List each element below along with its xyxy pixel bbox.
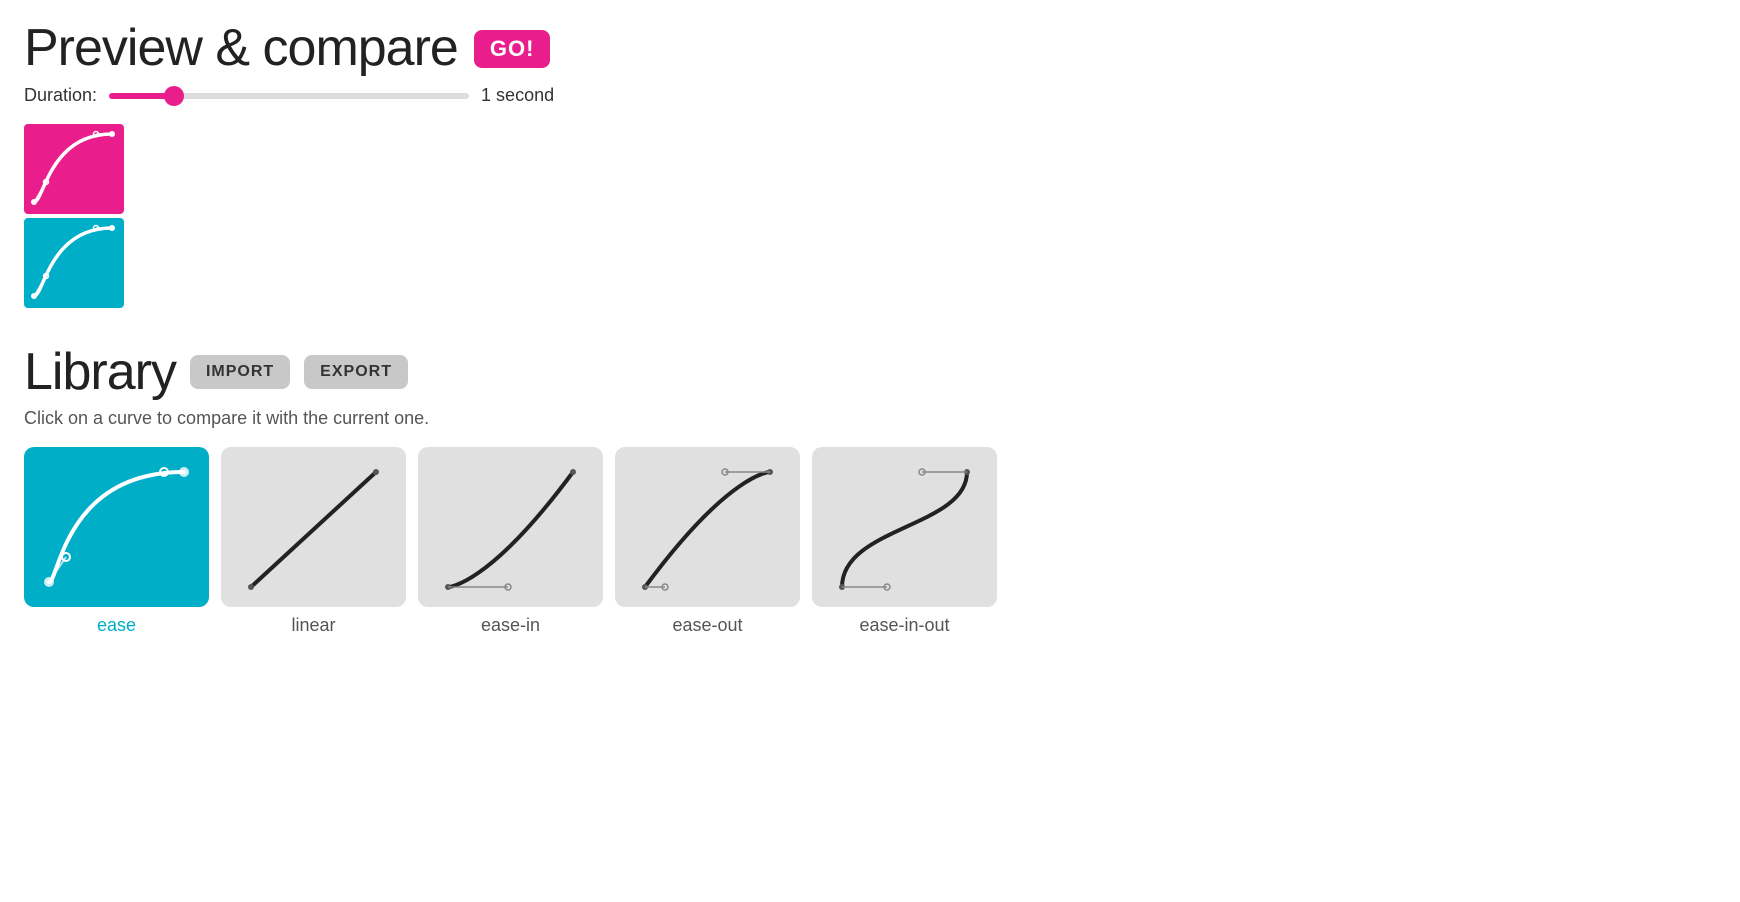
curve-thumb-ease-in-out xyxy=(812,447,997,607)
duration-value: 1 second xyxy=(481,85,554,106)
duration-label: Duration: xyxy=(24,85,97,106)
preview-thumb-pink xyxy=(24,124,124,214)
page-title: Preview & compare xyxy=(24,20,458,77)
curve-card-linear[interactable]: linear xyxy=(221,447,406,636)
curve-card-ease[interactable]: ease xyxy=(24,447,209,636)
export-button[interactable]: EXPORT xyxy=(304,355,408,389)
curve-card-ease-in[interactable]: ease-in xyxy=(418,447,603,636)
curve-thumb-ease-in xyxy=(418,447,603,607)
curve-label-ease-in-out: ease-in-out xyxy=(859,615,949,636)
library-title: Library xyxy=(24,342,176,402)
curve-thumb-linear xyxy=(221,447,406,607)
preview-thumb-teal xyxy=(24,218,124,308)
curve-label-linear: linear xyxy=(291,615,335,636)
curve-card-ease-out[interactable]: ease-out xyxy=(615,447,800,636)
curve-label-ease-out: ease-out xyxy=(672,615,742,636)
import-button[interactable]: IMPORT xyxy=(190,355,290,389)
curve-thumb-ease-out xyxy=(615,447,800,607)
go-button[interactable]: GO! xyxy=(474,30,551,68)
curve-label-ease: ease xyxy=(97,615,136,636)
curve-card-ease-in-out[interactable]: ease-in-out xyxy=(812,447,997,636)
header-row: Preview & compare GO! xyxy=(24,20,1716,77)
library-header-row: Library IMPORT EXPORT xyxy=(24,342,1716,402)
library-hint: Click on a curve to compare it with the … xyxy=(24,408,1716,429)
preview-area xyxy=(24,124,1716,312)
curve-thumb-ease xyxy=(24,447,209,607)
duration-slider-wrap xyxy=(109,86,469,106)
duration-row: Duration: 1 second xyxy=(24,85,1716,106)
curve-label-ease-in: ease-in xyxy=(481,615,540,636)
curves-row: ease linear ease-in xyxy=(24,447,1716,636)
